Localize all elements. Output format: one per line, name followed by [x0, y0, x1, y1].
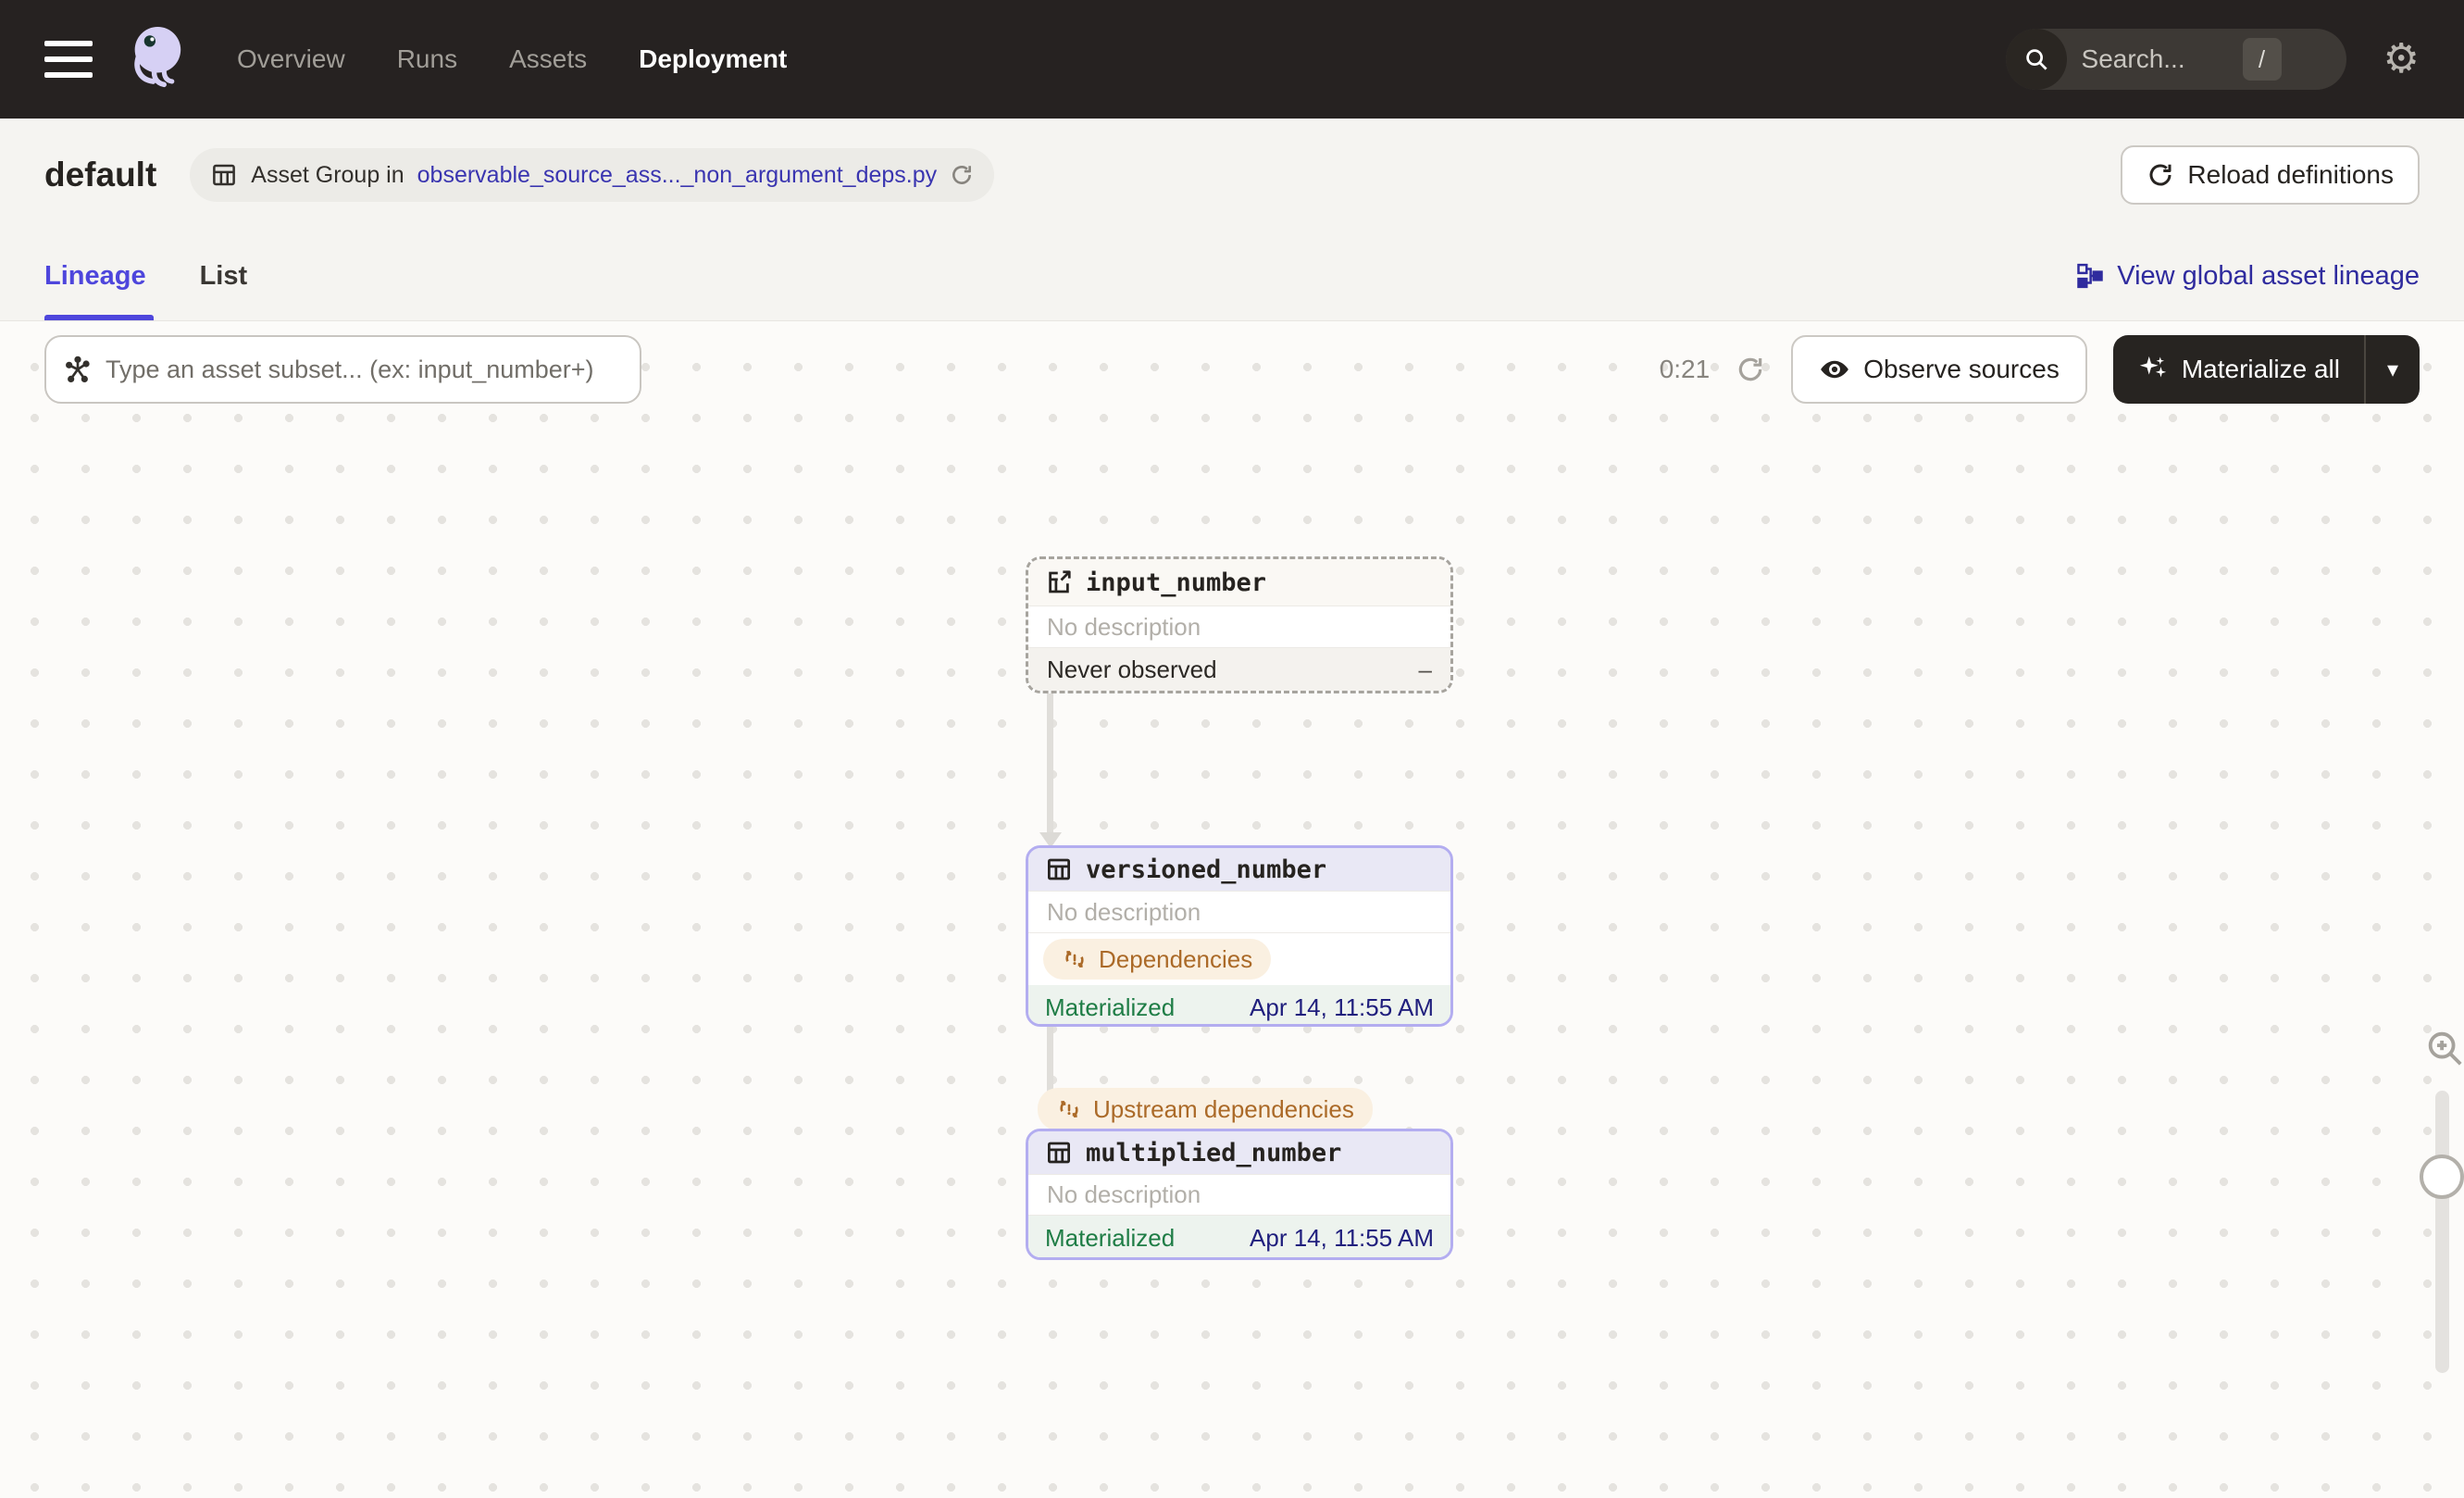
global-search[interactable]: / — [2005, 29, 2346, 90]
primary-nav: Overview Runs Assets Deployment — [237, 44, 787, 74]
tab-bar: Lineage List View global asset lineage — [0, 231, 2464, 320]
lineage-canvas[interactable]: 0:21 Observe sources Materia — [0, 320, 2464, 1498]
asset-node-input-number[interactable]: input_number No description Never observ… — [1026, 556, 1453, 693]
sync-alert-icon — [1060, 1101, 1078, 1117]
search-icon — [2005, 29, 2067, 90]
asset-group-icon — [213, 164, 236, 186]
materialize-all-split-button: Materialize all ▾ — [2112, 335, 2420, 404]
upstream-dependencies-badge[interactable]: Upstream dependencies — [1038, 1088, 1373, 1130]
asset-status-row: Never observed – — [1028, 648, 1450, 691]
materialize-options-caret[interactable]: ▾ — [2364, 335, 2420, 404]
asset-node-multiplied-number[interactable]: multiplied_number No description Materia… — [1026, 1129, 1453, 1260]
lineage-toolbar: 0:21 Observe sources Materia — [0, 334, 2464, 405]
refresh-icon[interactable] — [950, 163, 974, 187]
status-timestamp[interactable]: Apr 14, 11:55 AM — [1250, 1224, 1434, 1253]
nav-deployment[interactable]: Deployment — [639, 44, 787, 74]
edge-versioned-to-multiplied — [1047, 1027, 1053, 1092]
search-shortcut-badge: / — [2242, 38, 2282, 81]
reload-definitions-button[interactable]: Reload definitions — [2121, 145, 2420, 205]
asset-subset-filter[interactable] — [44, 335, 641, 404]
asset-description: No description — [1028, 605, 1450, 648]
refresh-timer: 0:21 — [1659, 355, 1711, 383]
table-asset-icon — [1048, 1142, 1070, 1164]
reload-icon — [2149, 164, 2172, 186]
graph-query-icon — [66, 356, 90, 382]
status-label: Materialized — [1045, 992, 1176, 1021]
asset-description: No description — [1028, 1174, 1450, 1216]
asset-group-file-link[interactable]: observable_source_ass..._non_argument_de… — [417, 162, 938, 189]
zoom-slider-thumb[interactable] — [2420, 1155, 2464, 1199]
top-nav-bar: Overview Runs Assets Deployment / ⚙ — [0, 0, 2464, 119]
refresh-graph-icon[interactable] — [1736, 355, 1765, 384]
hamburger-menu-icon[interactable] — [44, 41, 93, 78]
asset-name: multiplied_number — [1086, 1138, 1342, 1167]
asset-group-prefix: Asset Group in — [251, 161, 404, 188]
asset-name: input_number — [1086, 568, 1267, 597]
view-global-asset-lineage-link[interactable]: View global asset lineage — [2076, 261, 2420, 292]
dagster-logo-icon[interactable] — [117, 21, 193, 97]
asset-status-row: Materialized Apr 14, 11:55 AM — [1028, 985, 1450, 1024]
nav-overview[interactable]: Overview — [237, 44, 345, 74]
edge-input-to-versioned — [1047, 693, 1053, 834]
asset-name: versioned_number — [1086, 855, 1327, 884]
materialize-all-button[interactable]: Materialize all — [2113, 335, 2364, 404]
gear-icon[interactable]: ⚙ — [2383, 39, 2420, 80]
asset-status-row: Materialized Apr 14, 11:55 AM — [1028, 1216, 1450, 1257]
lineage-graph-icon — [2077, 263, 2103, 289]
status-value: – — [1418, 655, 1432, 683]
asset-description: No description — [1028, 891, 1450, 933]
zoom-slider-track[interactable] — [2435, 1091, 2449, 1373]
status-label: Materialized — [1045, 1223, 1176, 1252]
sync-alert-icon — [1065, 951, 1084, 967]
asset-subset-input[interactable] — [106, 355, 623, 384]
observe-sources-button[interactable]: Observe sources — [1791, 335, 2087, 404]
search-input[interactable] — [2066, 44, 2243, 74]
tab-list[interactable]: List — [200, 231, 248, 320]
sparkle-icon — [2139, 356, 2166, 378]
observable-source-asset-icon — [1049, 570, 1071, 593]
table-asset-icon — [1048, 858, 1070, 880]
nav-assets[interactable]: Assets — [509, 44, 587, 74]
eye-icon — [1821, 360, 1849, 379]
dependencies-changed-badge[interactable]: Dependencies — [1043, 939, 1272, 980]
status-timestamp[interactable]: Apr 14, 11:55 AM — [1250, 993, 1434, 1022]
tab-lineage[interactable]: Lineage — [44, 231, 154, 320]
zoom-in-icon[interactable] — [2423, 1027, 2464, 1069]
asset-group-pill: Asset Group in observable_source_ass..._… — [190, 148, 995, 202]
nav-runs[interactable]: Runs — [397, 44, 457, 74]
asset-node-versioned-number[interactable]: versioned_number No description Dependen… — [1026, 845, 1453, 1027]
page-header: default Asset Group in observable_source… — [0, 119, 2464, 231]
page-title: default — [44, 156, 157, 193]
status-label: Never observed — [1047, 655, 1217, 683]
